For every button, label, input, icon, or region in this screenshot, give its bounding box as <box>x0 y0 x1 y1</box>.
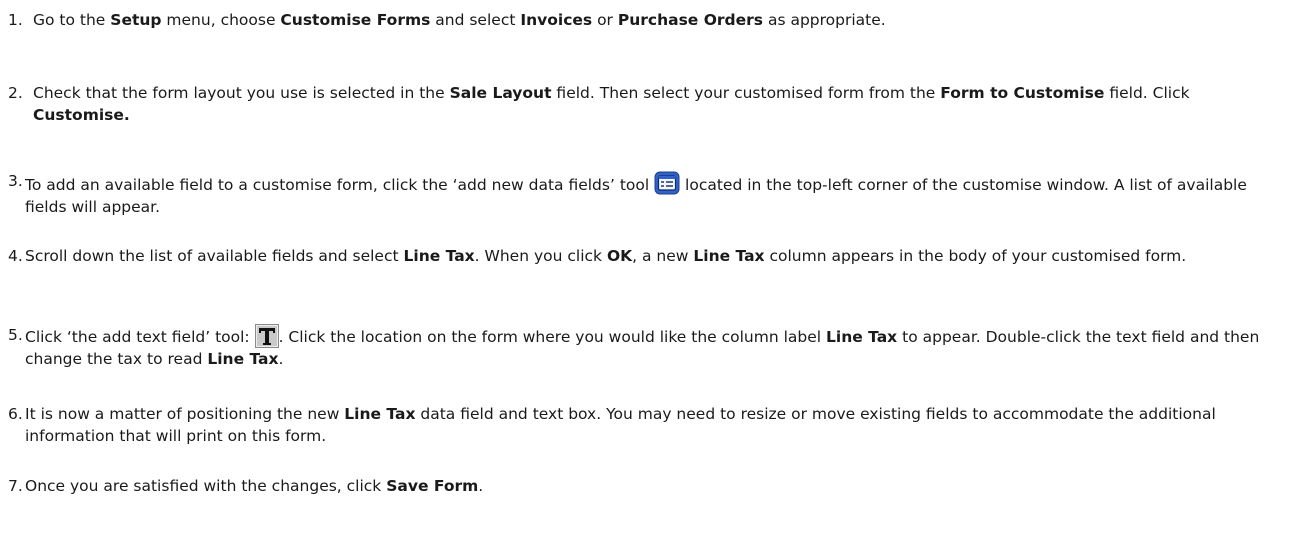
text-field-tool-icon <box>254 324 279 348</box>
step-6: 6. It is now a matter of positioning the… <box>8 403 1278 447</box>
step-2: 2. Check that the form layout you use is… <box>8 82 1278 126</box>
step-text: Go to the Setup menu, choose Customise F… <box>33 11 886 29</box>
emphasis-text: Line Tax <box>693 247 765 265</box>
step-text: Check that the form layout you use is se… <box>33 84 1190 124</box>
step-number: 7. <box>8 477 23 495</box>
emphasis-text: Setup <box>110 11 162 29</box>
emphasis-text: Customise. <box>33 106 130 124</box>
step-1: 1. Go to the Setup menu, choose Customis… <box>8 9 1278 31</box>
emphasis-text: OK <box>606 247 633 265</box>
step-number: 6. <box>8 405 23 423</box>
step-7: 7. Once you are satisfied with the chang… <box>8 475 1278 497</box>
instruction-steps: 1. Go to the Setup menu, choose Customis… <box>0 0 1297 559</box>
step-number: 2. <box>8 84 23 102</box>
step-text: Click ‘the add text field’ tool: . Click… <box>8 324 1278 370</box>
step-number: 4. <box>8 247 23 265</box>
emphasis-text: Save Form <box>386 477 479 495</box>
emphasis-text: Customise Forms <box>280 11 431 29</box>
add-data-field-icon <box>654 170 680 196</box>
emphasis-text: Line Tax <box>344 405 416 423</box>
step-text: To add an available field to a customise… <box>8 170 1278 218</box>
emphasis-text: Sale Layout <box>449 84 552 102</box>
step-text: Once you are satisfied with the changes,… <box>25 477 484 495</box>
step-4: 4. Scroll down the list of available fie… <box>8 245 1278 267</box>
step-text: It is now a matter of positioning the ne… <box>25 405 1216 445</box>
emphasis-text: Line Tax <box>403 247 475 265</box>
step-number: 3. <box>8 172 23 190</box>
step-3: 3. To add an available field to a custom… <box>8 170 1278 218</box>
step-number: 1. <box>8 11 23 29</box>
emphasis-text: Purchase Orders <box>617 11 764 29</box>
step-5: 5. Click ‘the add text field’ tool: . Cl… <box>8 324 1278 370</box>
emphasis-text: Line Tax <box>207 350 279 368</box>
step-number: 5. <box>8 326 23 344</box>
emphasis-text: Form to Customise <box>940 84 1105 102</box>
emphasis-text: Line Tax <box>826 328 898 346</box>
emphasis-text: Invoices <box>520 11 593 29</box>
step-text: Scroll down the list of available fields… <box>25 247 1187 265</box>
